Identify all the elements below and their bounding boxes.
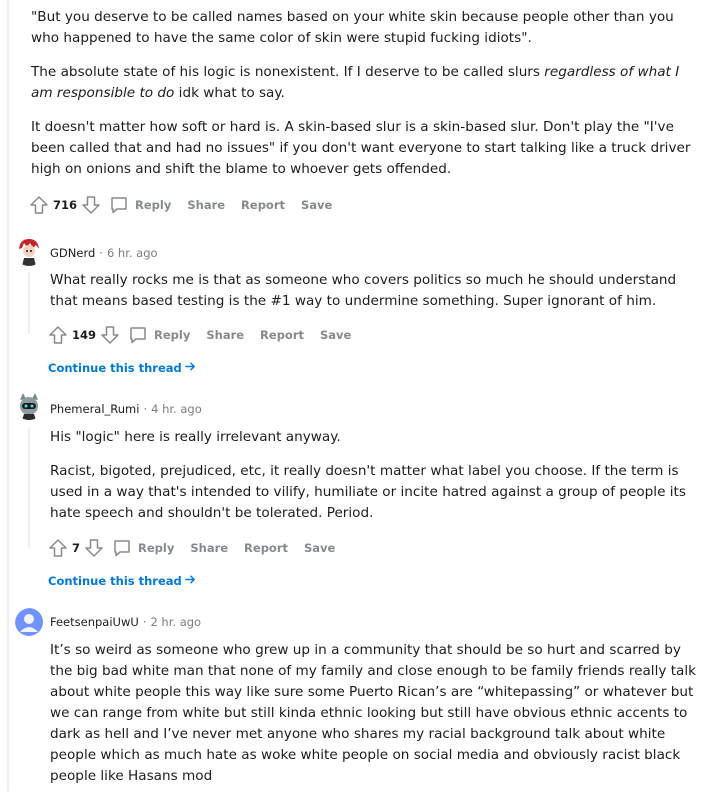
vote-count: 7 bbox=[72, 541, 81, 555]
share-button[interactable]: Share bbox=[190, 541, 228, 555]
thread-line[interactable] bbox=[28, 428, 30, 548]
comment-paragraph: His "logic" here is really irrelevant an… bbox=[50, 429, 341, 445]
username[interactable]: Phemeral_Rumi bbox=[50, 402, 139, 416]
separator: · bbox=[142, 615, 147, 629]
comment-paragraph: "But you deserve to be called names base… bbox=[31, 9, 674, 46]
comment-bubble-icon bbox=[112, 538, 138, 558]
upvote-icon[interactable] bbox=[29, 195, 49, 215]
comment-actions: 149 Reply Share Report Save bbox=[48, 323, 367, 347]
save-button[interactable]: Save bbox=[304, 541, 335, 555]
comment-paragraph: It doesn't matter how soft or hard is. A… bbox=[31, 119, 691, 177]
avatar[interactable] bbox=[14, 390, 44, 420]
comment-body: It’s so weird as someone who grew up in … bbox=[50, 640, 700, 800]
reply-button[interactable]: Reply bbox=[112, 538, 174, 558]
save-button[interactable]: Save bbox=[320, 328, 351, 342]
report-button[interactable]: Report bbox=[244, 541, 288, 555]
comment-actions: 7 Reply Share Report Save bbox=[48, 536, 351, 560]
reply-button[interactable]: Reply bbox=[128, 325, 190, 345]
comment-paragraph: It’s so weird as someone who grew up in … bbox=[50, 642, 697, 784]
arrow-right-icon bbox=[182, 574, 196, 588]
thread-line[interactable] bbox=[28, 272, 30, 334]
downvote-icon[interactable] bbox=[84, 538, 104, 558]
comment-body: "But you deserve to be called names base… bbox=[31, 7, 691, 193]
continue-thread-label: Continue this thread bbox=[48, 361, 182, 375]
comment-body: What really rocks me is that as someone … bbox=[50, 270, 700, 325]
reply-button[interactable]: Reply bbox=[109, 195, 171, 215]
upvote-icon[interactable] bbox=[48, 325, 68, 345]
timestamp[interactable]: 6 hr. ago bbox=[107, 246, 158, 260]
comment-paragraph: What really rocks me is that as someone … bbox=[50, 272, 677, 309]
separator: · bbox=[99, 246, 103, 260]
vote-group: 149 bbox=[48, 325, 120, 345]
vote-group: 7 bbox=[48, 538, 104, 558]
downvote-icon[interactable] bbox=[100, 325, 120, 345]
continue-thread-label: Continue this thread bbox=[48, 574, 182, 588]
vote-count: 716 bbox=[53, 198, 78, 212]
comment-actions: 716 Reply Share Report Save bbox=[29, 193, 348, 217]
report-button[interactable]: Report bbox=[241, 198, 285, 212]
continue-thread-link[interactable]: Continue this thread bbox=[48, 361, 196, 375]
text-span: The absolute state of his logic is nonex… bbox=[31, 64, 545, 80]
timestamp[interactable]: 4 hr. ago bbox=[151, 402, 202, 416]
comment-paragraph: The absolute state of his logic is nonex… bbox=[31, 62, 691, 104]
share-button[interactable]: Share bbox=[206, 328, 244, 342]
reply-label: Reply bbox=[138, 541, 175, 555]
comment-bubble-icon bbox=[128, 325, 154, 345]
comment-header: GDNerd · 6 hr. ago bbox=[50, 246, 158, 260]
continue-thread-link[interactable]: Continue this thread bbox=[48, 574, 196, 588]
share-button[interactable]: Share bbox=[187, 198, 225, 212]
username[interactable]: FeetsenpaiUwU bbox=[50, 615, 139, 629]
text-span: idk what to say. bbox=[174, 85, 285, 101]
avatar[interactable] bbox=[15, 608, 45, 638]
downvote-icon[interactable] bbox=[81, 195, 101, 215]
comment-body: His "logic" here is really irrelevant an… bbox=[50, 427, 700, 537]
report-button[interactable]: Report bbox=[260, 328, 304, 342]
avatar[interactable] bbox=[14, 236, 44, 266]
reply-label: Reply bbox=[154, 328, 191, 342]
timestamp[interactable]: 2 hr. ago bbox=[150, 615, 201, 629]
comment-bubble-icon bbox=[109, 195, 135, 215]
reply-label: Reply bbox=[135, 198, 172, 212]
comment-header: Phemeral_Rumi · 4 hr. ago bbox=[50, 402, 202, 416]
username[interactable]: GDNerd bbox=[50, 246, 95, 260]
arrow-right-icon bbox=[182, 361, 196, 375]
vote-count: 149 bbox=[72, 328, 97, 342]
vote-group: 716 bbox=[29, 195, 101, 215]
separator: · bbox=[143, 402, 148, 416]
save-button[interactable]: Save bbox=[301, 198, 332, 212]
upvote-icon[interactable] bbox=[48, 538, 68, 558]
thread-line[interactable] bbox=[7, 0, 9, 791]
comment-header: FeetsenpaiUwU · 2 hr. ago bbox=[50, 615, 201, 629]
comment-paragraph: Racist, bigoted, prejudiced, etc, it rea… bbox=[50, 463, 686, 521]
